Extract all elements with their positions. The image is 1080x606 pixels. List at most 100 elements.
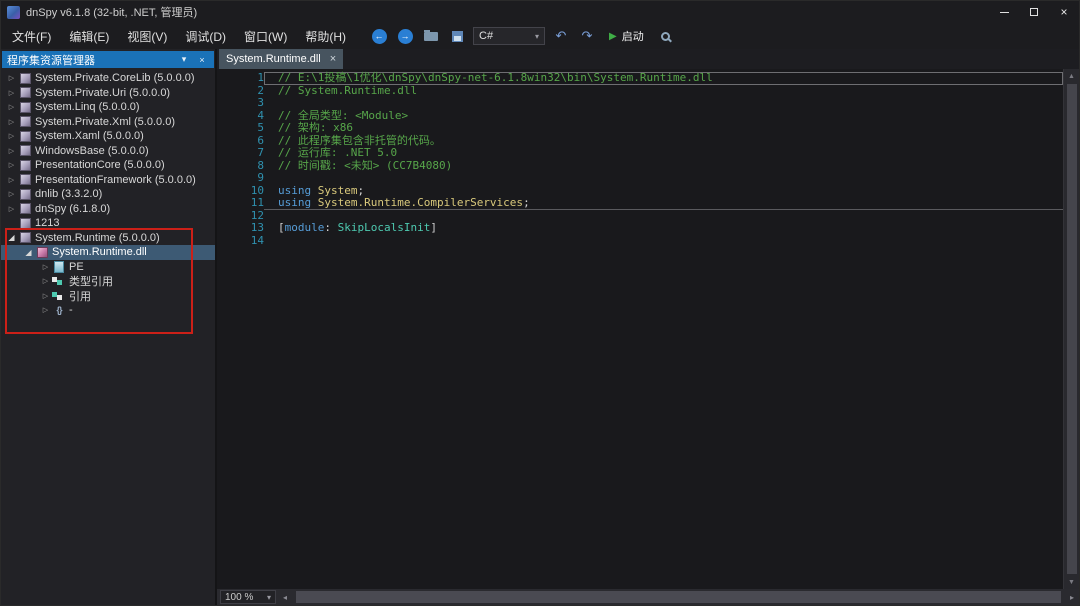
- expander-icon[interactable]: ▷: [39, 263, 52, 271]
- code-token-comment: // 架构: x86: [278, 121, 353, 134]
- tree-item-label: System.Private.Xml (5.0.0.0): [35, 116, 175, 128]
- tree-item-label: System.Private.CoreLib (5.0.0.0): [35, 72, 195, 84]
- tree-item-presentationcore[interactable]: ▷PresentationCore (5.0.0.0): [1, 158, 215, 173]
- tree-item-system-linq[interactable]: ▷System.Linq (5.0.0.0): [1, 100, 215, 115]
- tree-item-presentationframework[interactable]: ▷PresentationFramework (5.0.0.0): [1, 173, 215, 188]
- code-token-namespace: System: [318, 184, 358, 197]
- code-text: [module: SkipLocalsInit]: [264, 222, 1063, 235]
- code-editor[interactable]: 1// E:\1投稿\1优化\dnSpy\dnSpy-net-6.1.8win3…: [217, 69, 1063, 589]
- tree-item-system-runtime[interactable]: ◢System.Runtime (5.0.0.0): [1, 231, 215, 246]
- expander-icon[interactable]: ▷: [5, 190, 18, 198]
- tree-item-dnspy[interactable]: ▷dnSpy (6.1.8.0): [1, 202, 215, 217]
- expander-icon[interactable]: ▷: [5, 161, 18, 169]
- nav-forward-button[interactable]: →: [395, 26, 415, 46]
- expander-icon[interactable]: ▷: [39, 306, 52, 314]
- tab-label: System.Runtime.dll: [226, 53, 321, 65]
- code-token-comment: // 此程序集包含非托管的代码。: [278, 134, 441, 147]
- redo-button[interactable]: ↷: [577, 26, 597, 46]
- code-token-comment: // 时间戳: <未知> (CC7B4080): [278, 159, 452, 172]
- close-button[interactable]: ×: [1049, 1, 1079, 23]
- menu-debug[interactable]: 调试(D): [176, 24, 235, 49]
- code-token-plain: ;: [358, 184, 365, 197]
- menu-edit[interactable]: 编辑(E): [60, 24, 118, 49]
- panel-menu-button[interactable]: ▾: [177, 54, 191, 65]
- tree-item-system-private-corelib[interactable]: ▷ System.Private.CoreLib (5.0.0.0): [1, 71, 215, 86]
- expander-icon[interactable]: ▷: [5, 74, 18, 82]
- tab-close-icon[interactable]: ×: [330, 54, 336, 65]
- menu-file[interactable]: 文件(F): [3, 24, 60, 49]
- tree-item-namespace-dash[interactable]: ▷{}-: [1, 303, 215, 318]
- tree-item-system-private-uri[interactable]: ▷System.Private.Uri (5.0.0.0): [1, 86, 215, 101]
- code-line[interactable]: 2// System.Runtime.dll: [217, 85, 1063, 98]
- code-line[interactable]: 13[module: SkipLocalsInit]: [217, 222, 1063, 235]
- code-token-comment: // 全局类型: <Module>: [278, 109, 408, 122]
- line-number: 13: [217, 222, 264, 235]
- expander-icon[interactable]: ▷: [5, 147, 18, 155]
- minimize-button[interactable]: [989, 1, 1019, 23]
- search-button[interactable]: [656, 26, 676, 46]
- scroll-up-icon[interactable]: ▲: [1064, 69, 1079, 83]
- scroll-right-icon[interactable]: ▸: [1065, 593, 1079, 602]
- forward-icon: →: [398, 29, 413, 44]
- code-line[interactable]: 11using System.Runtime.CompilerServices;: [217, 197, 1063, 210]
- menu-window[interactable]: 窗口(W): [235, 24, 296, 49]
- code-token-type: SkipLocalsInit: [338, 221, 431, 234]
- vertical-scrollbar[interactable]: ▲ ▼: [1063, 69, 1079, 589]
- save-all-button[interactable]: [447, 26, 467, 46]
- expander-icon[interactable]: ▷: [39, 292, 52, 300]
- tree-item-system-xaml[interactable]: ▷System.Xaml (5.0.0.0): [1, 129, 215, 144]
- tree-item-references[interactable]: ▷引用: [1, 289, 215, 304]
- tree-item-windowsbase[interactable]: ▷WindowsBase (5.0.0.0): [1, 144, 215, 159]
- expander-icon[interactable]: ◢: [22, 248, 35, 257]
- scroll-down-icon[interactable]: ▼: [1064, 575, 1079, 589]
- zoom-select[interactable]: 100 % ▾: [220, 590, 276, 604]
- assembly-icon: [18, 72, 32, 84]
- code-line[interactable]: 14: [217, 235, 1063, 248]
- tree-item-dnlib[interactable]: ▷ dnlib (3.3.2.0): [1, 187, 215, 202]
- assembly-icon: [18, 159, 32, 171]
- module-icon: [35, 246, 49, 258]
- expander-icon[interactable]: ▷: [39, 277, 52, 285]
- line-number: 3: [217, 97, 264, 110]
- chevron-down-icon: ▾: [267, 593, 271, 602]
- vertical-scroll-thumb[interactable]: [1067, 84, 1077, 574]
- maximize-button[interactable]: [1019, 1, 1049, 23]
- code-token-keyword: module: [285, 221, 325, 234]
- undo-button[interactable]: ↶: [551, 26, 571, 46]
- tree-item-pe[interactable]: ▷PE: [1, 260, 215, 275]
- expander-icon[interactable]: ◢: [5, 233, 18, 242]
- language-select[interactable]: C# ▾: [473, 27, 545, 45]
- tree-item-label: dnlib (3.3.2.0): [35, 188, 102, 200]
- menu-help[interactable]: 帮助(H): [296, 24, 355, 49]
- zoom-value: 100 %: [225, 592, 253, 603]
- expander-icon[interactable]: ▷: [5, 205, 18, 213]
- code-token-plain: [311, 196, 318, 209]
- horizontal-scroll-thumb[interactable]: [296, 591, 1061, 603]
- code-token-plain: :: [324, 221, 337, 234]
- minimize-icon: [1000, 12, 1009, 13]
- panel-close-button[interactable]: ×: [195, 55, 209, 65]
- nav-back-button[interactable]: ←: [369, 26, 389, 46]
- titlebar: dnSpy v6.1.8 (32-bit, .NET, 管理员) ×: [1, 1, 1079, 23]
- code-text: using System.Runtime.CompilerServices;: [264, 197, 1063, 210]
- menu-view[interactable]: 视图(V): [118, 24, 176, 49]
- tree-item-system-runtime-dll[interactable]: ◢System.Runtime.dll: [1, 245, 215, 260]
- tree-item-type-references[interactable]: ▷类型引用: [1, 274, 215, 289]
- scroll-left-icon[interactable]: ◂: [278, 593, 292, 602]
- open-file-button[interactable]: [421, 26, 441, 46]
- expander-icon[interactable]: ▷: [5, 118, 18, 126]
- code-token-comment: // E:\1投稿\1优化\dnSpy\dnSpy-net-6.1.8win32…: [278, 71, 713, 84]
- tree-item-system-private-xml[interactable]: ▷ System.Private.Xml (5.0.0.0): [1, 115, 215, 130]
- tree-item-1213[interactable]: 1213: [1, 216, 215, 231]
- code-line[interactable]: 8// 时间戳: <未知> (CC7B4080): [217, 160, 1063, 173]
- line-number: 14: [217, 235, 264, 248]
- play-icon: ▶: [609, 31, 617, 42]
- expander-icon[interactable]: ▷: [5, 176, 18, 184]
- horizontal-scrollbar[interactable]: [294, 589, 1063, 605]
- tab-system-runtime-dll[interactable]: System.Runtime.dll ×: [219, 49, 343, 69]
- pe-icon: [52, 261, 66, 273]
- expander-icon[interactable]: ▷: [5, 103, 18, 111]
- expander-icon[interactable]: ▷: [5, 132, 18, 140]
- expander-icon[interactable]: ▷: [5, 89, 18, 97]
- start-debug-button[interactable]: ▶ 启动: [603, 28, 650, 44]
